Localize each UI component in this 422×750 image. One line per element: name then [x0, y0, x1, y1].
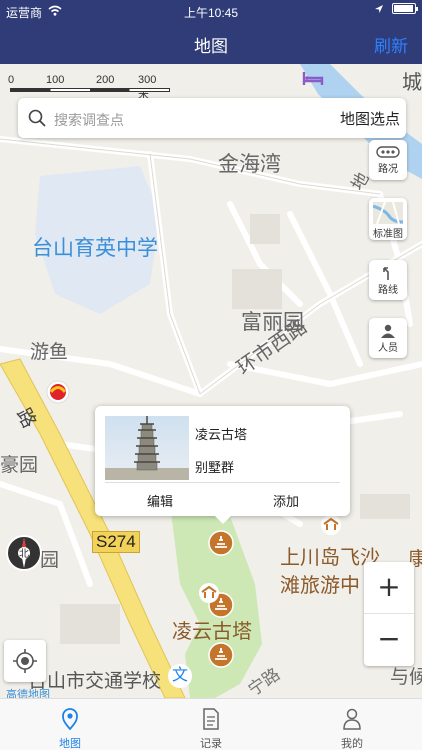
- map-label-cheng: 城: [402, 72, 422, 94]
- scenic-marker-icon[interactable]: [208, 642, 234, 668]
- hotel-icon: [302, 72, 324, 85]
- pavilion-icon[interactable]: [198, 582, 220, 604]
- map-label-wen: 文: [168, 664, 192, 688]
- tab-bar: 地图 记录 我的: [0, 698, 422, 750]
- people-label: 人员: [378, 343, 398, 354]
- map-label-jinhaiwan: 金海湾: [218, 153, 281, 176]
- user-icon: [343, 708, 361, 730]
- refresh-button[interactable]: 刷新: [374, 32, 408, 57]
- map-label-shangchuan-2: 滩旅游中: [280, 575, 360, 597]
- tab-map[interactable]: 地图: [0, 699, 140, 750]
- map-label-haoyuan: 豪园: [0, 455, 39, 476]
- search-input[interactable]: 搜索调查点: [54, 110, 124, 130]
- add-button[interactable]: 添加: [273, 491, 299, 510]
- search-bar: 搜索调查点 地图选点: [18, 98, 406, 138]
- map-pin-icon: [62, 708, 78, 730]
- location-arrow-icon: [375, 4, 383, 13]
- people-button[interactable]: 人员: [369, 318, 407, 358]
- map-thumbnail-icon: [373, 202, 403, 224]
- tab-profile-label: 我的: [341, 738, 363, 750]
- tab-profile[interactable]: 我的: [282, 699, 422, 750]
- route-arrow-icon: [383, 267, 389, 280]
- pavilion-icon[interactable]: [320, 514, 342, 536]
- route-button[interactable]: 路线: [369, 260, 407, 300]
- zoom-out-button[interactable]: −: [364, 614, 414, 666]
- poi-name: 凌云古塔: [195, 427, 248, 442]
- search-icon: [28, 109, 46, 127]
- scale-tick-200: 200: [96, 74, 115, 86]
- scale-tick-0: 0: [8, 74, 15, 86]
- pagoda-image: [105, 416, 189, 480]
- zoom-in-button[interactable]: +: [364, 562, 414, 614]
- page-title: 地图: [194, 37, 228, 56]
- battery-icon: [392, 3, 418, 14]
- popup-divider: [105, 482, 340, 483]
- map-label-school: 台山育英中学: [32, 237, 158, 260]
- map-label-yu: 与候: [390, 667, 422, 688]
- svg-text:北: 北: [19, 548, 29, 560]
- map-label-youyu: 游鱼: [30, 342, 69, 363]
- scale-bar: [10, 88, 170, 92]
- scenic-marker-icon[interactable]: [208, 530, 234, 556]
- tab-records-label: 记录: [200, 738, 222, 750]
- tab-map-label: 地图: [59, 738, 81, 750]
- document-icon: [203, 708, 219, 730]
- traffic-button[interactable]: 路况: [369, 140, 407, 180]
- people-icon: [381, 324, 395, 338]
- map-view[interactable]: 0 100 200 300 米 城 搜索调查点 地图选点 金海湾 地 台山育英中…: [0, 64, 422, 698]
- scale-tick-100: 100: [46, 74, 65, 86]
- standard-map-button[interactable]: 标准图: [369, 198, 407, 240]
- amap-logo: 高德地图: [6, 689, 50, 698]
- status-time: 上午10:45: [183, 6, 239, 20]
- locate-button[interactable]: [4, 640, 46, 682]
- poi-popup: 凌云古塔 别墅群 编辑 添加: [95, 406, 350, 524]
- standard-map-label: 标准图: [373, 229, 403, 240]
- locate-icon: [13, 649, 37, 673]
- compass-icon[interactable]: 北: [5, 534, 43, 572]
- status-bar: 运营商 上午10:45: [0, 0, 422, 22]
- nav-bar: 地图 刷新: [0, 22, 422, 64]
- zoom-control: + −: [364, 562, 414, 666]
- edit-button[interactable]: 编辑: [147, 491, 173, 510]
- map-pick-button[interactable]: 地图选点: [340, 108, 400, 129]
- poi-thumbnail: [105, 416, 189, 480]
- route-label: 路线: [378, 285, 398, 296]
- poi-subtitle: 别墅群: [195, 460, 235, 475]
- map-label-lingyun: 凌云古塔: [172, 621, 252, 643]
- tab-records[interactable]: 记录: [141, 699, 281, 750]
- traffic-icon: [376, 146, 400, 158]
- road-shield-s274: S274: [92, 531, 140, 553]
- gas-station-icon[interactable]: [46, 380, 70, 404]
- traffic-label: 路况: [378, 164, 398, 175]
